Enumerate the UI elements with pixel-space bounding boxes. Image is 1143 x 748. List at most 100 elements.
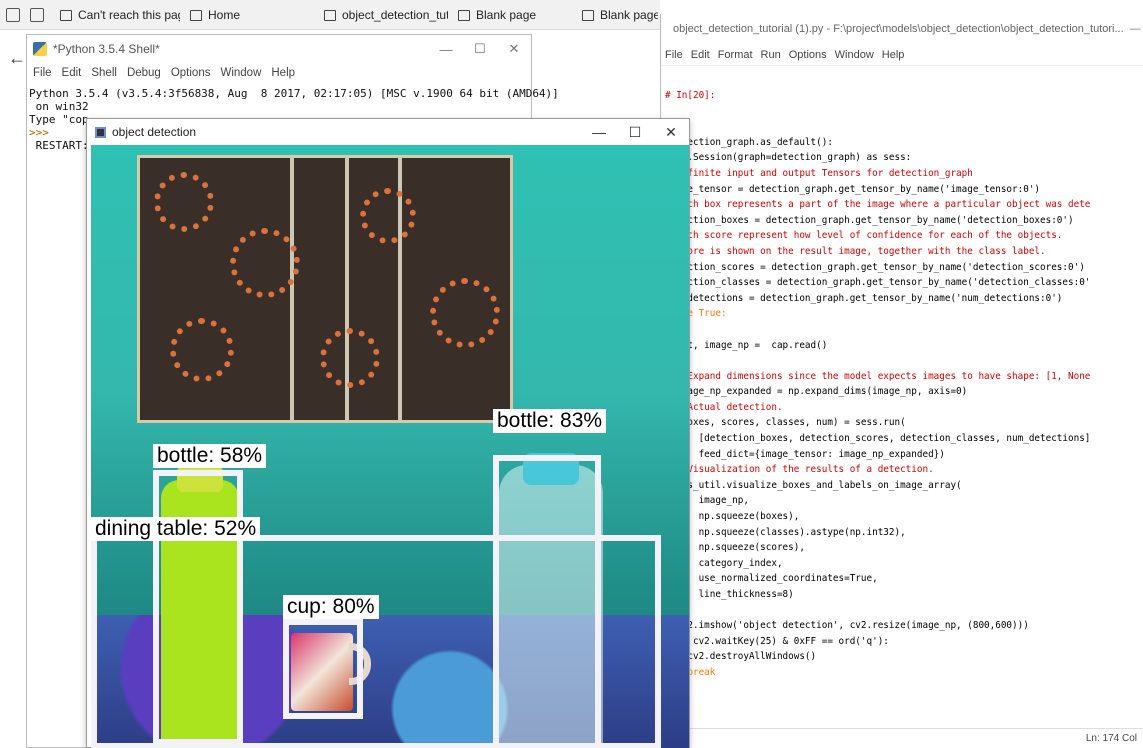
editor-status-bar: Ln: 174 Col [661,728,1143,748]
editor-window-controls: — ☐ [1130,23,1143,36]
code-line: ret, image_np = cap.read() [665,339,828,351]
shell-line: on win32 [29,100,89,113]
tab-object-detection-tutorial[interactable]: object_detection_tutori [318,4,448,26]
code-line: np.squeeze(scores), [665,542,805,554]
tab-label: Can't reach this page [78,8,180,22]
menu-shell[interactable]: Shell [91,67,117,79]
code-line: np.squeeze(boxes), [665,511,800,523]
menu-edit[interactable]: Edit [62,67,82,79]
tab-label: Blank page [600,8,658,22]
tab-actions-icon[interactable] [6,8,20,22]
code-line: # Visualization of the results of a dete… [665,464,934,476]
menu-help[interactable]: Help [271,67,295,79]
menu-options[interactable]: Options [171,67,211,79]
page-icon [60,9,72,21]
code-line: image_tensor = detection_graph.get_tenso… [665,183,1041,195]
code-line: category_index, [665,557,783,569]
maximize-icon[interactable]: ☐ [463,35,497,63]
close-icon[interactable]: ✕ [653,119,689,145]
editor-title: object_detection_tutorial (1).py - F:\pr… [673,23,1124,35]
menu-edit[interactable]: Edit [691,49,710,61]
tab-label: Blank page [476,8,537,22]
object-detection-window: object detection — ☐ ✕ bottle: 58% bottl… [86,118,690,748]
maximize-icon[interactable]: ☐ [617,119,653,145]
code-line: detection_classes = detection_graph.get_… [665,277,1091,289]
flower-pattern [320,328,380,388]
code-line: num_detections = detection_graph.get_ten… [665,292,1063,304]
close-icon[interactable]: ✕ [497,35,531,63]
flower-pattern [170,318,234,382]
back-arrow-icon[interactable]: ← [8,48,26,69]
shell-window-controls: — ☐ ✕ [429,35,531,63]
code-line: # Score is shown on the result image, to… [665,245,1046,257]
code-line: image_np_expanded = np.expand_dims(image… [665,386,968,398]
code-line: feed_dict={image_tensor: image_np_expand… [665,448,945,460]
menu-file[interactable]: File [33,67,52,79]
menu-debug[interactable]: Debug [127,67,161,79]
code-line: np.squeeze(classes).astype(np.int32), [665,526,906,538]
code-line: # Each score represent how level of conf… [665,230,1063,242]
bbox-bottle-1 [153,470,243,745]
menu-window[interactable]: Window [835,49,874,61]
code-line: # Actual detection. [665,401,783,413]
tab-blank-page-2[interactable]: Blank page [576,4,658,26]
editor-title-bar: object_detection_tutorial (1).py - F:\pr… [661,14,1143,44]
code-line: # Each box represents a part of the imag… [665,199,1091,211]
tab-label: Home [208,8,241,22]
code-line: cv2.destroyAllWindows() [665,651,817,663]
tab-home[interactable]: Home [184,4,314,26]
flower-pattern [154,172,214,232]
shell-title: *Python 3.5.4 Shell* [53,42,160,56]
code-line: if cv2.waitKey(25) & 0xFF == ord('q'): [665,635,889,647]
code-line: detection_scores = detection_graph.get_t… [665,261,1085,273]
bbox-bottle-2 [493,455,601,748]
opencv-window-icon [95,126,106,138]
page-icon [324,9,336,21]
code-line: # In[20]: [665,90,716,101]
code-line: [detection_boxes, detection_scores, dete… [665,433,1091,445]
flower-pattern [430,278,500,348]
minimize-icon[interactable]: — [581,119,617,145]
code-line: image_np, [665,495,749,507]
code-line: use_normalized_coordinates=True, [665,573,878,585]
editor-menu-bar: File Edit Format Run Options Window Help [661,44,1143,66]
menu-options[interactable]: Options [789,49,827,61]
menu-format[interactable]: Format [718,49,753,61]
shell-line: Python 3.5.4 (v3.5.4:3f56838, Aug 8 2017… [29,87,559,100]
page-icon [190,9,202,21]
browser-tab-strip: Can't reach this page Home object_detect… [0,0,660,30]
flower-pattern [230,228,300,298]
shell-title-bar: *Python 3.5.4 Shell* — ☐ ✕ [27,35,531,63]
python-icon [33,42,47,56]
camera-frame: bottle: 58% bottle: 83% dining table: 52… [91,145,689,748]
code-line: line_thickness=8) [665,589,794,600]
tab-cant-reach[interactable]: Can't reach this page [54,4,180,26]
tabs-aside-icon[interactable] [30,8,44,22]
minimize-icon[interactable]: — [429,35,463,63]
menu-help[interactable]: Help [882,49,905,61]
menu-window[interactable]: Window [220,67,261,79]
flower-pattern [360,188,416,244]
minimize-icon[interactable]: — [1130,23,1141,36]
menu-file[interactable]: File [665,49,683,61]
tab-blank-page[interactable]: Blank page [452,4,572,26]
code-line: cv2.imshow('object detection', cv2.resiz… [665,620,1029,632]
window-bar [290,158,294,420]
code-editor-window: object_detection_tutorial (1).py - F:\pr… [660,14,1143,748]
detection-label-bottle-1: bottle: 58% [153,444,267,468]
menu-run[interactable]: Run [761,49,781,61]
code-line: # Expand dimensions since the model expe… [665,370,1091,382]
code-line: detection_graph.as_default(): [665,136,833,148]
code-line: h tf.Session(graph=detection_graph) as s… [665,152,912,164]
detection-window-title: object detection [112,125,197,139]
code-text-area[interactable]: # In[20]: detection_graph.as_default():h… [665,88,1143,728]
tab-label: object_detection_tutori [342,8,448,22]
detection-label-bottle-2: bottle: 83% [493,409,607,433]
detection-label-cup: cup: 80% [283,595,379,619]
detection-label-dining-table: dining table: 52% [91,517,261,541]
code-line: # Definite input and output Tensors for … [665,167,973,179]
